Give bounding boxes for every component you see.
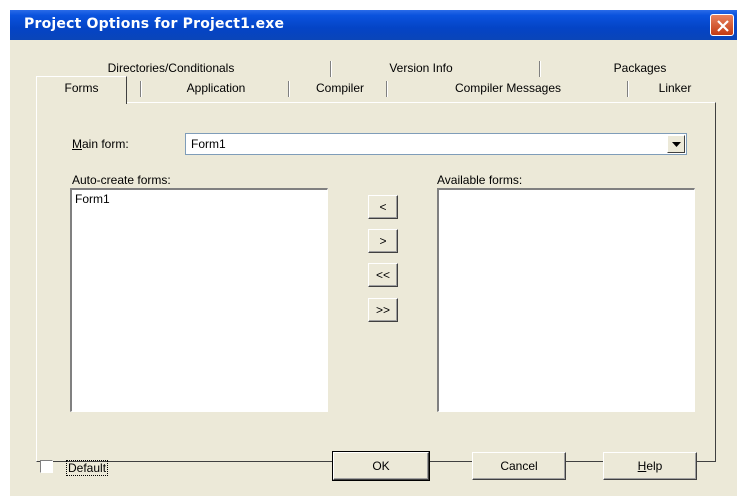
tab-linker[interactable]: Linker (632, 78, 718, 100)
main-form-label-accel: M (72, 137, 82, 151)
available-forms-list[interactable] (437, 188, 695, 412)
main-form-select[interactable]: Form1 (185, 133, 687, 155)
help-button[interactable]: Help (603, 452, 697, 480)
move-all-right-button[interactable]: >> (368, 298, 398, 322)
tab-version-info[interactable]: Version Info (354, 58, 488, 80)
move-all-left-button[interactable]: << (368, 263, 398, 287)
available-forms-label: Available forms: (437, 173, 523, 187)
main-form-label: Main form: (72, 137, 129, 151)
main-form-value: Form1 (191, 137, 226, 151)
tab-separator (330, 61, 332, 77)
tab-packages[interactable]: Packages (580, 58, 700, 80)
window-title: Project Options for Project1.exe (24, 16, 285, 32)
move-selected-right-button[interactable]: > (368, 229, 398, 253)
chevron-down-icon (672, 142, 681, 147)
main-form-dropdown-button[interactable] (667, 135, 685, 153)
close-icon (717, 20, 729, 32)
auto-create-forms-list[interactable]: Form1 (70, 188, 328, 412)
close-button[interactable] (710, 14, 734, 36)
tab-compiler[interactable]: Compiler (292, 78, 388, 100)
tab-compiler-messages[interactable]: Compiler Messages (392, 78, 624, 100)
tab-separator (539, 61, 541, 77)
title-bar[interactable]: Project Options for Project1.exe (10, 10, 737, 40)
list-item[interactable]: Form1 (75, 192, 110, 206)
ok-button[interactable]: OK (332, 451, 430, 481)
tab-separator (627, 81, 629, 97)
cancel-button[interactable]: Cancel (472, 452, 566, 480)
main-form-label-text: ain form: (82, 137, 129, 151)
tab-separator (288, 81, 290, 97)
tab-application[interactable]: Application (146, 78, 286, 100)
move-selected-left-button[interactable]: < (368, 195, 398, 219)
tab-separator (386, 81, 388, 97)
help-label-rest: elp (646, 459, 663, 473)
auto-create-forms-label: Auto-create forms: (72, 173, 171, 187)
default-checkbox[interactable] (40, 460, 53, 473)
tab-forms[interactable]: Forms (36, 78, 127, 100)
tab-separator (140, 81, 142, 97)
default-label[interactable]: Default (66, 460, 109, 476)
